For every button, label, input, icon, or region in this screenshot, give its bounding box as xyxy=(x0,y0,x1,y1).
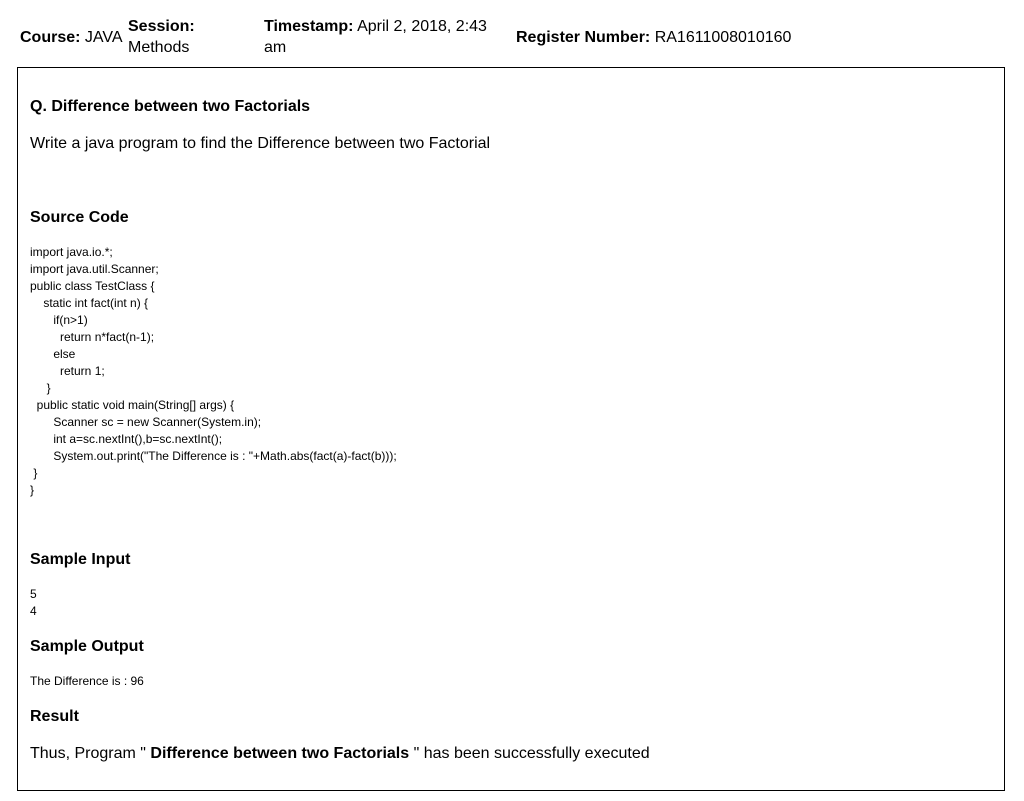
sample-input-text: 5 4 xyxy=(30,587,37,618)
program-report-box: Q. Difference between two Factorials Wri… xyxy=(17,67,1005,791)
result-program-name: Difference between two Factorials xyxy=(150,745,410,762)
sample-output-text: The Difference is : 96 xyxy=(30,674,144,688)
session-label: Session: xyxy=(128,18,195,35)
source-code-heading: Source Code xyxy=(30,209,129,226)
register-number-field: Register Number: RA1611008010160 xyxy=(516,27,791,48)
course-label: Course: xyxy=(20,29,81,46)
session-value: Methods xyxy=(128,39,190,56)
course-value: JAVA xyxy=(84,29,123,46)
session-field: Session: Methods xyxy=(128,16,248,58)
result-statement: Thus, Program " Difference between two F… xyxy=(30,744,650,764)
question-text: Write a java program to find the Differe… xyxy=(30,135,491,152)
register-value: RA1611008010160 xyxy=(654,29,792,46)
result-prefix: Thus, Program " xyxy=(30,745,151,762)
result-heading: Result xyxy=(30,708,79,725)
sample-input-heading: Sample Input xyxy=(30,551,131,568)
timestamp-field: Timestamp: April 2, 2018, 2:43 am xyxy=(264,16,504,58)
register-label: Register Number: xyxy=(516,29,651,46)
result-suffix: " has been successfully executed xyxy=(409,745,650,762)
question-title: Q. Difference between two Factorials xyxy=(30,98,311,115)
source-code-block: import java.io.*; import java.util.Scann… xyxy=(30,245,397,497)
sample-output-heading: Sample Output xyxy=(30,638,144,655)
header-bar: Course: JAVA Session: Methods Timestamp:… xyxy=(0,0,1024,68)
course-field: Course: JAVA xyxy=(20,27,123,48)
timestamp-label: Timestamp: xyxy=(264,18,354,35)
